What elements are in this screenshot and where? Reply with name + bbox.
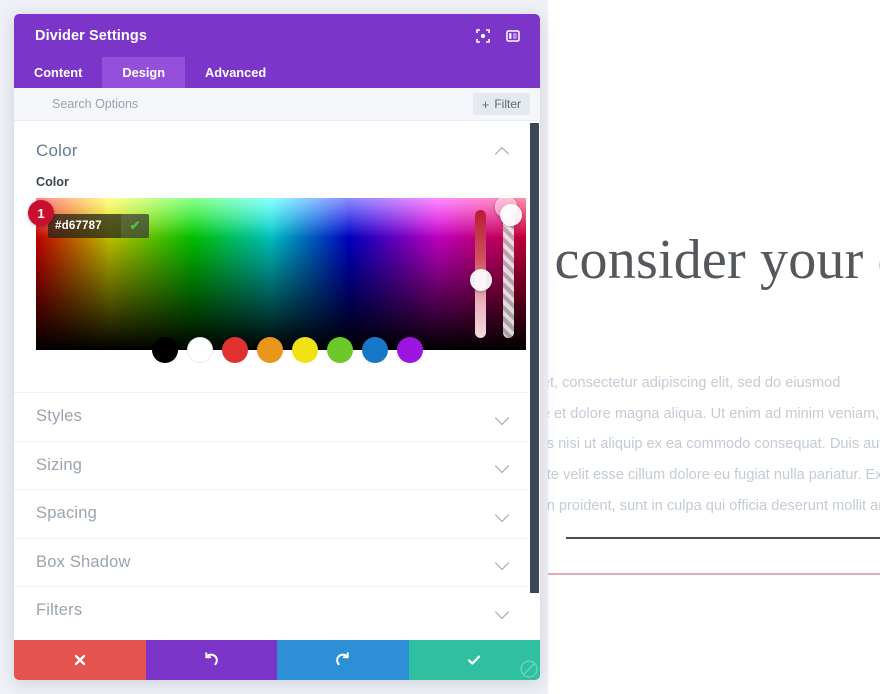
search-row: + Filter bbox=[14, 88, 540, 121]
undo-button[interactable] bbox=[145, 640, 277, 680]
divider-pink-preview[interactable] bbox=[548, 573, 880, 575]
divider-dark[interactable] bbox=[566, 537, 880, 539]
hue-slider[interactable] bbox=[469, 210, 492, 338]
step-badge: 1 bbox=[28, 200, 54, 226]
chevron-down-icon[interactable] bbox=[496, 555, 510, 569]
tab-design[interactable]: Design bbox=[102, 57, 186, 88]
accordion-row-sizing[interactable]: Sizing bbox=[14, 440, 540, 490]
color-picker: 1 ✔ bbox=[28, 196, 526, 363]
hex-input[interactable] bbox=[48, 214, 121, 238]
tab-advanced[interactable]: Advanced bbox=[185, 57, 286, 88]
accordion-sections: Styles Sizing Spacing Box Shadow Filters bbox=[14, 392, 540, 635]
alpha-slider[interactable] bbox=[494, 196, 523, 338]
cancel-button[interactable] bbox=[14, 640, 146, 680]
filter-button-label: Filter bbox=[494, 97, 521, 111]
hue-slider-handle[interactable] bbox=[469, 269, 492, 292]
swatch-blue[interactable] bbox=[362, 337, 388, 363]
modal-footer bbox=[14, 640, 540, 680]
chevron-down-icon[interactable] bbox=[496, 507, 510, 521]
modal-title: Divider Settings bbox=[35, 27, 147, 44]
swatch-green[interactable] bbox=[327, 337, 353, 363]
accordion-label: Sizing bbox=[36, 455, 83, 474]
modal-body: Color Color 1 ✔ bbox=[14, 121, 540, 640]
accordion-row-filters[interactable]: Filters bbox=[14, 586, 540, 635]
modal-tabs: Content Design Advanced bbox=[14, 57, 540, 88]
tab-content[interactable]: Content bbox=[14, 57, 102, 88]
page-paragraph: Lorem ipsum dolor sit amet, consectetur … bbox=[548, 368, 880, 521]
alpha-slider-handle[interactable] bbox=[500, 204, 523, 227]
filter-button[interactable]: + Filter bbox=[472, 93, 530, 115]
search-input[interactable] bbox=[50, 96, 473, 112]
swatch-yellow[interactable] bbox=[292, 337, 318, 363]
paragraph-line: Lorem ipsum dolor sit amet, consectetur … bbox=[548, 375, 841, 391]
accordion-label: Filters bbox=[36, 601, 83, 620]
paragraph-line: sint occaecat cupidatat non proident, su… bbox=[548, 497, 880, 514]
swatch-red[interactable] bbox=[222, 337, 248, 363]
chevron-down-icon[interactable] bbox=[496, 410, 510, 424]
color-field-label: Color bbox=[36, 175, 69, 189]
scrollbar-thumb[interactable] bbox=[530, 123, 539, 593]
swatch-black[interactable] bbox=[152, 337, 178, 363]
accordion-row-styles[interactable]: Styles bbox=[14, 392, 540, 441]
swatch-orange[interactable] bbox=[257, 337, 283, 363]
divider-settings-modal: Divider Settings Content Design Advanced… bbox=[14, 14, 540, 680]
chevron-down-icon[interactable] bbox=[496, 604, 510, 618]
paragraph-line: exercitation ullamco laboris nisi ut ali… bbox=[548, 436, 880, 453]
plus-icon: + bbox=[481, 96, 490, 112]
paragraph-line: in reprehenderit in voluptate velit esse… bbox=[548, 466, 880, 483]
color-section-header[interactable]: Color bbox=[14, 121, 540, 161]
chevron-down-icon[interactable] bbox=[496, 458, 510, 472]
accordion-label: Styles bbox=[36, 407, 83, 426]
page-content: Always consider your divider first Lorem… bbox=[548, 0, 880, 694]
color-section-title: Color bbox=[36, 141, 78, 160]
swatch-white[interactable] bbox=[187, 337, 213, 363]
accordion-label: Spacing bbox=[36, 504, 98, 523]
hex-confirm-button[interactable]: ✔ bbox=[121, 214, 149, 238]
scrollbar-track[interactable] bbox=[529, 121, 540, 640]
page-title: Always consider your divider first bbox=[548, 229, 880, 291]
chevron-up-icon[interactable] bbox=[496, 144, 510, 158]
accordion-label: Box Shadow bbox=[36, 552, 131, 571]
hex-input-popover: ✔ bbox=[48, 214, 149, 238]
color-swatch-row bbox=[152, 337, 423, 363]
modal-header: Divider Settings bbox=[14, 14, 540, 57]
panel-layout-icon[interactable] bbox=[500, 23, 526, 49]
focus-target-icon[interactable] bbox=[470, 23, 496, 49]
accordion-row-spacing[interactable]: Spacing bbox=[14, 489, 540, 538]
swatch-purple[interactable] bbox=[397, 337, 423, 363]
redo-button[interactable] bbox=[277, 640, 409, 680]
accordion-row-box-shadow[interactable]: Box Shadow bbox=[14, 537, 540, 587]
resize-handle[interactable] bbox=[520, 660, 538, 678]
paragraph-line: tempor incididunt ut labore et dolore ma… bbox=[548, 405, 880, 422]
color-section: Color Color 1 ✔ bbox=[14, 121, 540, 363]
